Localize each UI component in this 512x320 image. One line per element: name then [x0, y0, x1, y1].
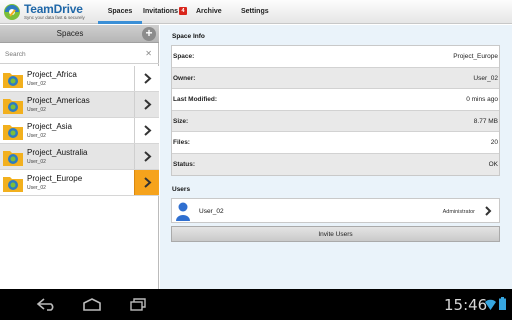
spaces-header: Spaces +: [0, 25, 159, 43]
chevron-right-icon: [144, 125, 152, 136]
open-space-button[interactable]: [134, 92, 159, 117]
space-folder-icon: [3, 177, 23, 192]
space-item-project-australia[interactable]: Project_Australia User_02: [0, 144, 159, 170]
open-space-button-selected[interactable]: [134, 170, 159, 195]
space-owner: User_02: [27, 133, 46, 139]
info-value: 0 mins ago: [466, 96, 498, 103]
space-owner: User_02: [27, 159, 46, 165]
system-navigation-bar: 15:46: [0, 289, 512, 320]
tab-archive[interactable]: Archive: [196, 0, 226, 24]
tab-invitations-label: Invitations: [143, 8, 179, 15]
chevron-right-icon: [485, 206, 492, 216]
info-value: OK: [488, 160, 498, 168]
space-name: Project_Australia: [27, 148, 88, 157]
user-row[interactable]: User_02 Administrator: [171, 198, 500, 223]
info-key: Files:: [173, 139, 190, 146]
info-row-size: Size: 8.77 MB: [172, 110, 499, 132]
info-row-space: Space: Project_Europe: [172, 46, 499, 68]
chevron-right-icon: [144, 99, 152, 110]
space-item-project-americas[interactable]: Project_Americas User_02: [0, 92, 159, 118]
open-space-button[interactable]: [134, 66, 159, 91]
chevron-right-icon: [144, 73, 152, 84]
space-list: Project_Africa User_02 Project_Americas …: [0, 66, 159, 196]
info-value: Project_Europe: [453, 53, 498, 60]
spaces-title: Spaces: [56, 29, 84, 38]
space-owner: User_02: [27, 107, 46, 113]
users-heading: Users: [172, 186, 191, 193]
tab-invitations[interactable]: Invitations 4: [142, 0, 190, 24]
open-space-button[interactable]: [134, 118, 159, 143]
app-header: TeamDrive Sync your data fast & securely…: [0, 0, 512, 24]
space-name: Project_Africa: [27, 70, 77, 79]
info-row-last-modified: Last Modified: 0 mins ago: [172, 89, 499, 111]
info-row-files: Files: 20: [172, 132, 499, 154]
back-icon[interactable]: [36, 298, 58, 311]
space-item-project-africa[interactable]: Project_Africa User_02: [0, 66, 159, 92]
clear-search-icon[interactable]: ✕: [145, 48, 152, 60]
spaces-panel: Spaces + ✕ Project_Africa User_02 Projec…: [0, 25, 159, 289]
space-owner: User_02: [27, 81, 46, 87]
space-info-heading: Space Info: [172, 33, 205, 40]
teamdrive-logo: TeamDrive Sync your data fast & securely: [3, 2, 99, 22]
logo-subtitle: Sync your data fast & securely: [24, 15, 85, 20]
plus-icon: +: [145, 26, 153, 40]
wifi-icon: [485, 299, 496, 310]
invite-users-button[interactable]: Invite Users: [171, 226, 500, 242]
add-space-button[interactable]: +: [142, 27, 156, 41]
info-value: 20: [490, 139, 498, 146]
info-key: Owner:: [173, 74, 196, 82]
info-key: Space:: [173, 53, 195, 60]
user-name: User_02: [199, 208, 224, 215]
space-folder-icon: [3, 73, 23, 88]
system-clock: 15:46: [444, 296, 488, 314]
chevron-right-icon: [144, 177, 152, 188]
tab-spaces[interactable]: Spaces: [98, 0, 142, 24]
user-role: Administrator: [442, 209, 475, 215]
space-folder-icon: [3, 125, 23, 140]
user-avatar-icon: [176, 202, 190, 221]
teamdrive-logo-icon: [4, 4, 20, 20]
info-row-owner: Owner: User_02: [172, 67, 499, 89]
tab-settings[interactable]: Settings: [241, 0, 275, 24]
info-value: 8.77 MB: [473, 117, 498, 125]
battery-icon: [499, 297, 506, 310]
search-input[interactable]: [5, 48, 140, 60]
space-owner: User_02: [27, 185, 46, 191]
info-row-status: Status: OK: [172, 153, 499, 175]
space-name: Project_Americas: [27, 96, 90, 105]
space-details-panel: Space Info Space: Project_Europe Owner: …: [160, 25, 512, 289]
home-icon[interactable]: [81, 298, 103, 311]
search-bar: ✕: [0, 44, 159, 64]
logo-title: TeamDrive: [24, 2, 83, 16]
space-folder-icon: [3, 99, 23, 114]
space-name: Project_Europe: [27, 174, 83, 183]
info-key: Last Modified:: [173, 96, 218, 103]
recent-apps-icon[interactable]: [127, 298, 149, 311]
chevron-right-icon: [144, 151, 152, 162]
info-key: Size:: [173, 117, 189, 125]
space-name: Project_Asia: [27, 122, 72, 131]
space-info-table: Space: Project_Europe Owner: User_02 Las…: [171, 45, 500, 176]
space-item-project-asia[interactable]: Project_Asia User_02: [0, 118, 159, 144]
invitations-count-badge: 4: [179, 7, 188, 15]
info-key: Status:: [173, 160, 196, 168]
open-space-button[interactable]: [134, 144, 159, 169]
space-item-project-europe[interactable]: Project_Europe User_02: [0, 170, 159, 196]
space-folder-icon: [3, 151, 23, 166]
info-value: User_02: [473, 74, 498, 82]
